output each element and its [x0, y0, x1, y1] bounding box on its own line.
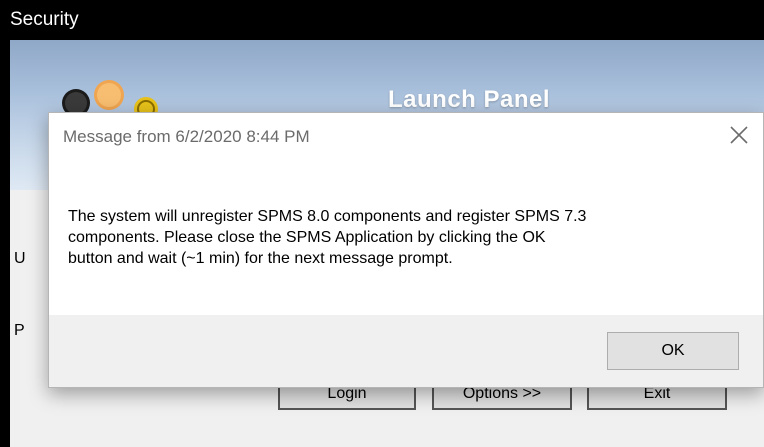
close-icon[interactable]: [727, 123, 751, 147]
form-label-partial: U: [14, 250, 26, 267]
dialog-message: The system will unregister SPMS 8.0 comp…: [68, 206, 728, 269]
form-label-partial: P: [14, 322, 25, 339]
message-line: The system will unregister SPMS 8.0 comp…: [68, 208, 587, 225]
dialog-title: Message from 6/2/2020 8:44 PM: [63, 127, 310, 146]
message-line: components. Please close the SPMS Applic…: [68, 229, 546, 246]
banner-title: Launch Panel: [388, 86, 551, 113]
window-title: Security: [0, 0, 764, 40]
message-dialog: Message from 6/2/2020 8:44 PM The system…: [48, 112, 764, 388]
dialog-footer: OK: [49, 315, 763, 387]
ok-button[interactable]: OK: [607, 332, 739, 370]
message-line: button and wait (~1 min) for the next me…: [68, 250, 453, 267]
window-left-edge: [0, 40, 10, 447]
